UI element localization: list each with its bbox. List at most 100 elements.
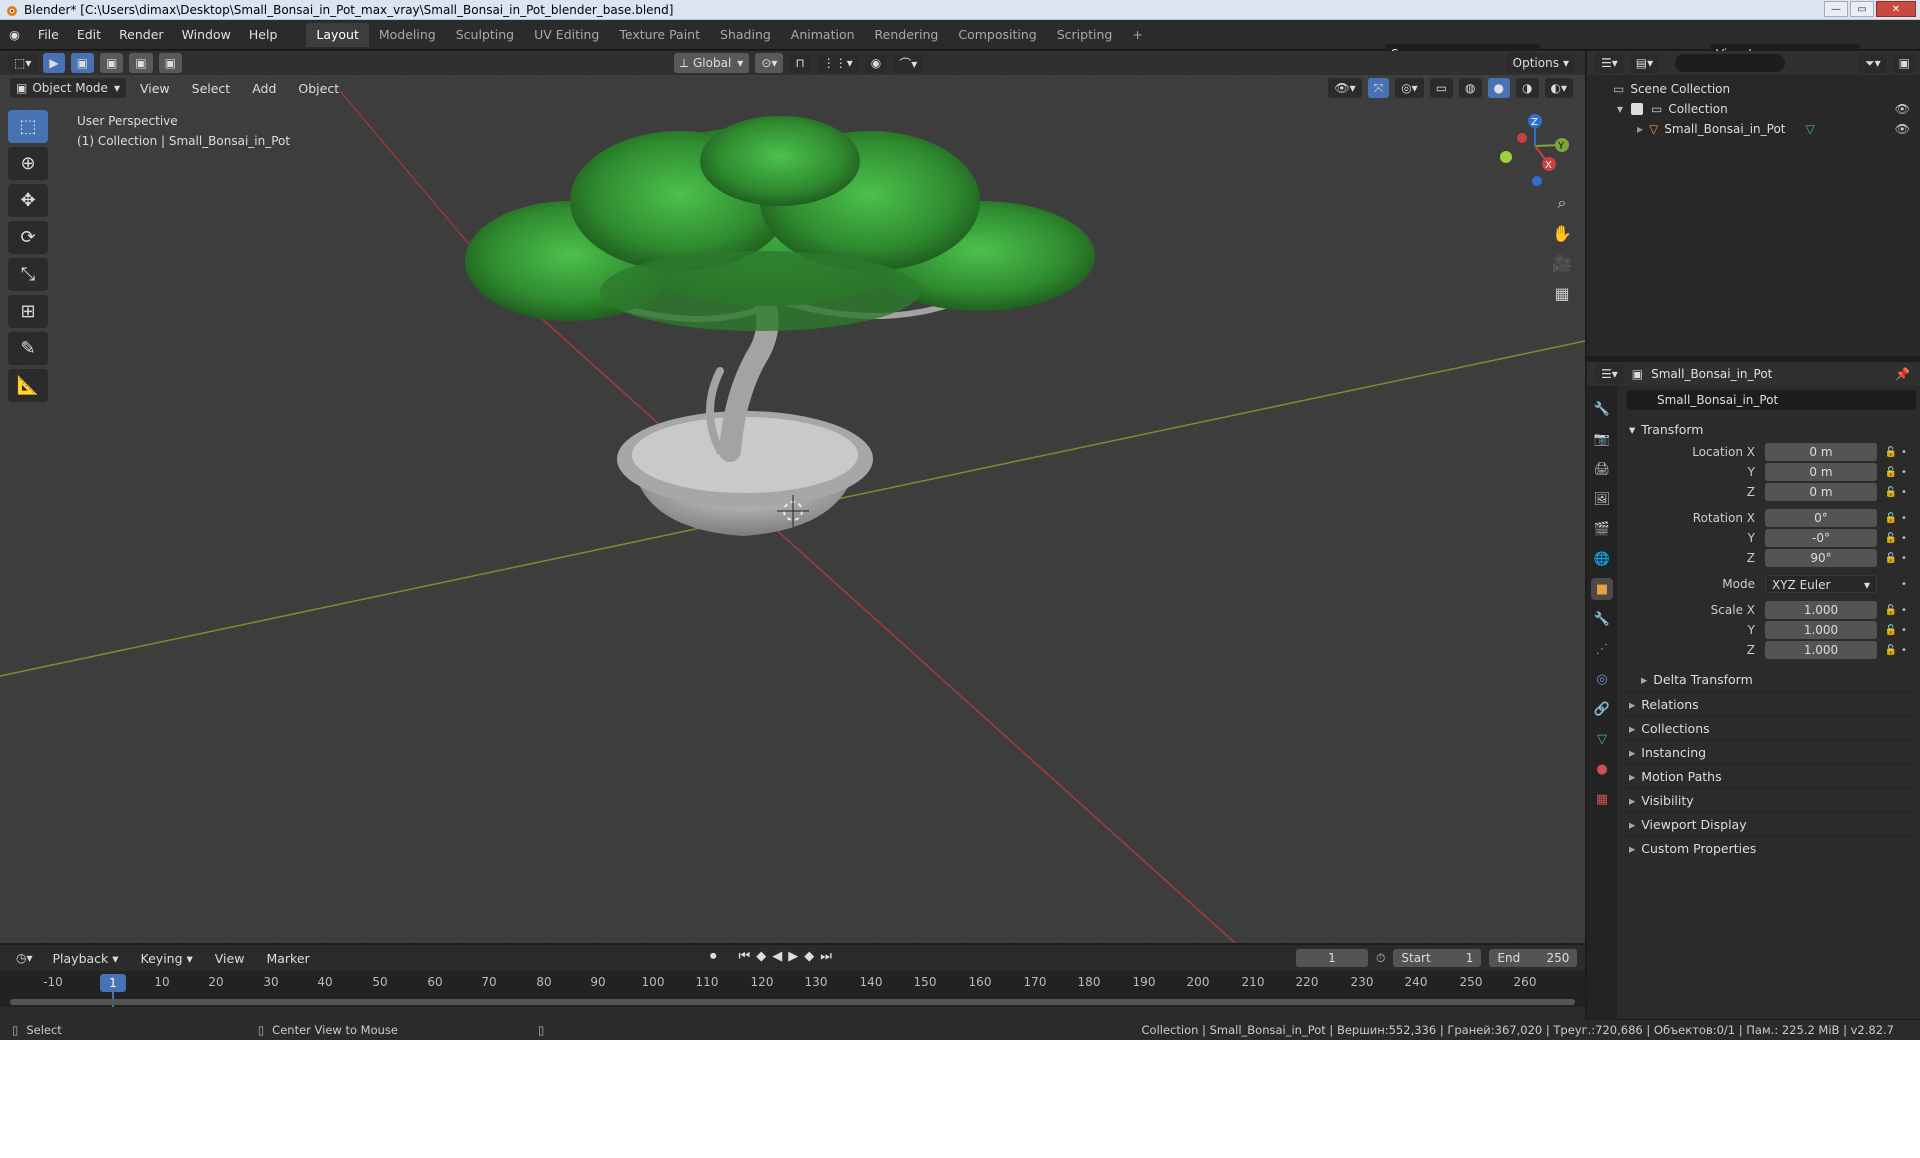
object-mode-dropdown[interactable]: ▣ Object Mode ▾ <box>10 78 126 98</box>
keyframe-dot[interactable]: • <box>1899 625 1909 636</box>
current-frame-indicator[interactable]: 1 <box>100 974 126 992</box>
keyframe-dot[interactable]: • <box>1899 467 1909 478</box>
camera-view-icon[interactable]: 🎥 <box>1548 249 1576 277</box>
expand-arrow-icon[interactable]: ▾ <box>1617 102 1623 116</box>
menu-edit[interactable]: Edit <box>68 20 110 50</box>
snap-target-dropdown[interactable]: ⋮⋮▾ <box>816 53 859 73</box>
tab-animation[interactable]: Animation <box>781 23 865 47</box>
pin-icon[interactable]: 📌 <box>1895 367 1910 381</box>
transform-panel-header[interactable]: ▾ Transform <box>1621 418 1916 442</box>
new-collection-icon[interactable]: ▣ <box>1892 53 1916 73</box>
keyframe-dot[interactable]: • <box>1899 553 1909 564</box>
timeline-editor-type-icon[interactable]: ◷▾ <box>10 948 39 968</box>
select-mode-new-button[interactable]: ▣ <box>70 53 94 73</box>
move-tool-icon[interactable]: ✥ <box>8 184 48 217</box>
rotation-y-field[interactable]: -0° <box>1765 529 1877 547</box>
close-button[interactable]: ✕ <box>1876 1 1916 17</box>
visibility-eye-icon[interactable]: 👁 <box>1895 122 1910 136</box>
prev-keyframe-icon[interactable]: ◆ <box>756 949 766 964</box>
tab-modeling[interactable]: Modeling <box>369 23 446 47</box>
mesh-data-tab-icon[interactable]: ▽ <box>1591 728 1613 750</box>
jump-start-icon[interactable]: ⏮ <box>739 949 751 964</box>
timeline-ruler[interactable]: -10 1 10 20 30 40 50 60 70 80 90 100 110… <box>0 971 1585 1007</box>
particles-tab-icon[interactable]: ⋰ <box>1591 638 1613 660</box>
outliner-search-input[interactable] <box>1675 54 1786 72</box>
zoom-icon[interactable]: ⌕ <box>1548 189 1576 217</box>
tab-rendering[interactable]: Rendering <box>865 23 949 47</box>
tab-texture-paint[interactable]: Texture Paint <box>609 23 710 47</box>
current-frame-field[interactable]: 1 <box>1296 949 1368 967</box>
physics-tab-icon[interactable]: ◎ <box>1591 668 1613 690</box>
outliner-row-scene-collection[interactable]: ▭ Scene Collection <box>1587 79 1920 99</box>
snap-toggle-icon[interactable]: ⊓ <box>789 53 811 73</box>
tab-scripting[interactable]: Scripting <box>1047 23 1123 47</box>
maximize-button[interactable]: ▭ <box>1850 1 1874 17</box>
outliner-row-collection[interactable]: ▾ ▭ Collection 👁 <box>1587 99 1920 119</box>
keyframe-dot[interactable]: • <box>1899 579 1909 590</box>
lock-icon[interactable]: 🔓 <box>1883 533 1899 544</box>
expand-arrow-icon[interactable]: ▸ <box>1637 122 1643 136</box>
viewport-menu-add[interactable]: Add <box>244 81 284 96</box>
blender-menu-icon[interactable]: ◉ <box>0 20 29 50</box>
measure-tool-icon[interactable]: 📐 <box>8 369 48 402</box>
pan-hand-icon[interactable]: ✋ <box>1548 219 1576 247</box>
lock-icon[interactable]: 🔓 <box>1883 513 1899 524</box>
lock-icon[interactable]: 🔓 <box>1883 487 1899 498</box>
tab-shading[interactable]: Shading <box>710 23 781 47</box>
editor-type-button[interactable]: ⬚▾ <box>8 53 38 73</box>
tab-sculpting[interactable]: Sculpting <box>446 23 524 47</box>
lock-icon[interactable]: 🔓 <box>1883 625 1899 636</box>
add-workspace-button[interactable]: + <box>1122 23 1152 47</box>
filter-icon[interactable]: ⏷▾ <box>1859 53 1887 73</box>
outliner-row-object[interactable]: ▸ ▽ Small_Bonsai_in_Pot ▽ 👁 <box>1587 119 1920 139</box>
location-z-field[interactable]: 0 m <box>1765 483 1877 501</box>
start-frame-field[interactable]: Start 1 <box>1393 949 1482 967</box>
view-layer-tab-icon[interactable]: 🖼 <box>1591 488 1613 510</box>
visibility-icon[interactable]: 👁▾ <box>1328 78 1362 98</box>
keyframe-dot[interactable]: • <box>1899 487 1909 498</box>
select-mode-extend-button[interactable]: ▣ <box>99 53 124 73</box>
pivot-point-dropdown[interactable]: ⊙▾ <box>755 53 784 73</box>
world-tab-icon[interactable]: 🌐 <box>1591 548 1613 570</box>
viewport-menu-view[interactable]: View <box>132 81 178 96</box>
render-tab-icon[interactable]: 📷 <box>1591 428 1613 450</box>
lock-icon[interactable]: 🔓 <box>1883 447 1899 458</box>
next-keyframe-icon[interactable]: ◆ <box>804 949 814 964</box>
rotation-mode-dropdown[interactable]: XYZ Euler ▾ <box>1765 575 1877 593</box>
panel-collections[interactable]: ▸ Collections <box>1621 716 1916 740</box>
panel-relations[interactable]: ▸ Relations <box>1621 692 1916 716</box>
outliner-editor-type-icon[interactable]: ☰▾ <box>1595 53 1624 73</box>
constraints-tab-icon[interactable]: 🔗 <box>1591 698 1613 720</box>
menu-file[interactable]: File <box>29 20 68 50</box>
menu-render[interactable]: Render <box>110 20 173 50</box>
timeline-scrollbar[interactable] <box>10 999 1575 1005</box>
keyframe-dot[interactable]: • <box>1899 533 1909 544</box>
location-y-field[interactable]: 0 m <box>1765 463 1877 481</box>
lock-icon[interactable]: 🔓 <box>1883 553 1899 564</box>
collection-checkbox[interactable] <box>1631 103 1644 115</box>
options-dropdown[interactable]: Options ▾ <box>1506 53 1575 73</box>
visibility-eye-icon[interactable]: 👁 <box>1895 102 1910 116</box>
panel-instancing[interactable]: ▸ Instancing <box>1621 740 1916 764</box>
orthographic-grid-icon[interactable]: ▦ <box>1548 279 1576 307</box>
output-tab-icon[interactable]: 🖨 <box>1591 458 1613 480</box>
transform-tool-icon[interactable]: ⊞ <box>8 295 48 328</box>
display-mode-icon[interactable]: ▤▾ <box>1629 53 1660 73</box>
panel-custom-properties[interactable]: ▸ Custom Properties <box>1621 836 1916 860</box>
wireframe-shading-icon[interactable]: ◍ <box>1459 78 1482 98</box>
preview-range-icon[interactable]: ⏱ <box>1376 951 1385 966</box>
minimize-button[interactable]: — <box>1824 1 1848 17</box>
select-mode-subtract-button[interactable]: ▣ <box>129 53 153 73</box>
timeline-menu-playback[interactable]: Playback ▾ <box>45 951 127 966</box>
datablock-name-field[interactable]: Small_Bonsai_in_Pot <box>1627 390 1916 410</box>
object-tab-icon[interactable]: ■ <box>1591 578 1613 600</box>
keyframe-dot[interactable]: • <box>1899 513 1909 524</box>
timeline-menu-view[interactable]: View <box>207 951 253 966</box>
rotation-z-field[interactable]: 90° <box>1765 549 1877 567</box>
lock-icon[interactable]: 🔓 <box>1883 605 1899 616</box>
overlays-toggle-icon[interactable]: ◎▾ <box>1395 78 1424 98</box>
record-icon[interactable]: ⏺ <box>710 949 717 964</box>
lock-icon[interactable]: 🔓 <box>1883 645 1899 656</box>
lock-icon[interactable]: 🔓 <box>1883 467 1899 478</box>
rendered-shading-icon[interactable]: ◐▾ <box>1544 78 1573 98</box>
